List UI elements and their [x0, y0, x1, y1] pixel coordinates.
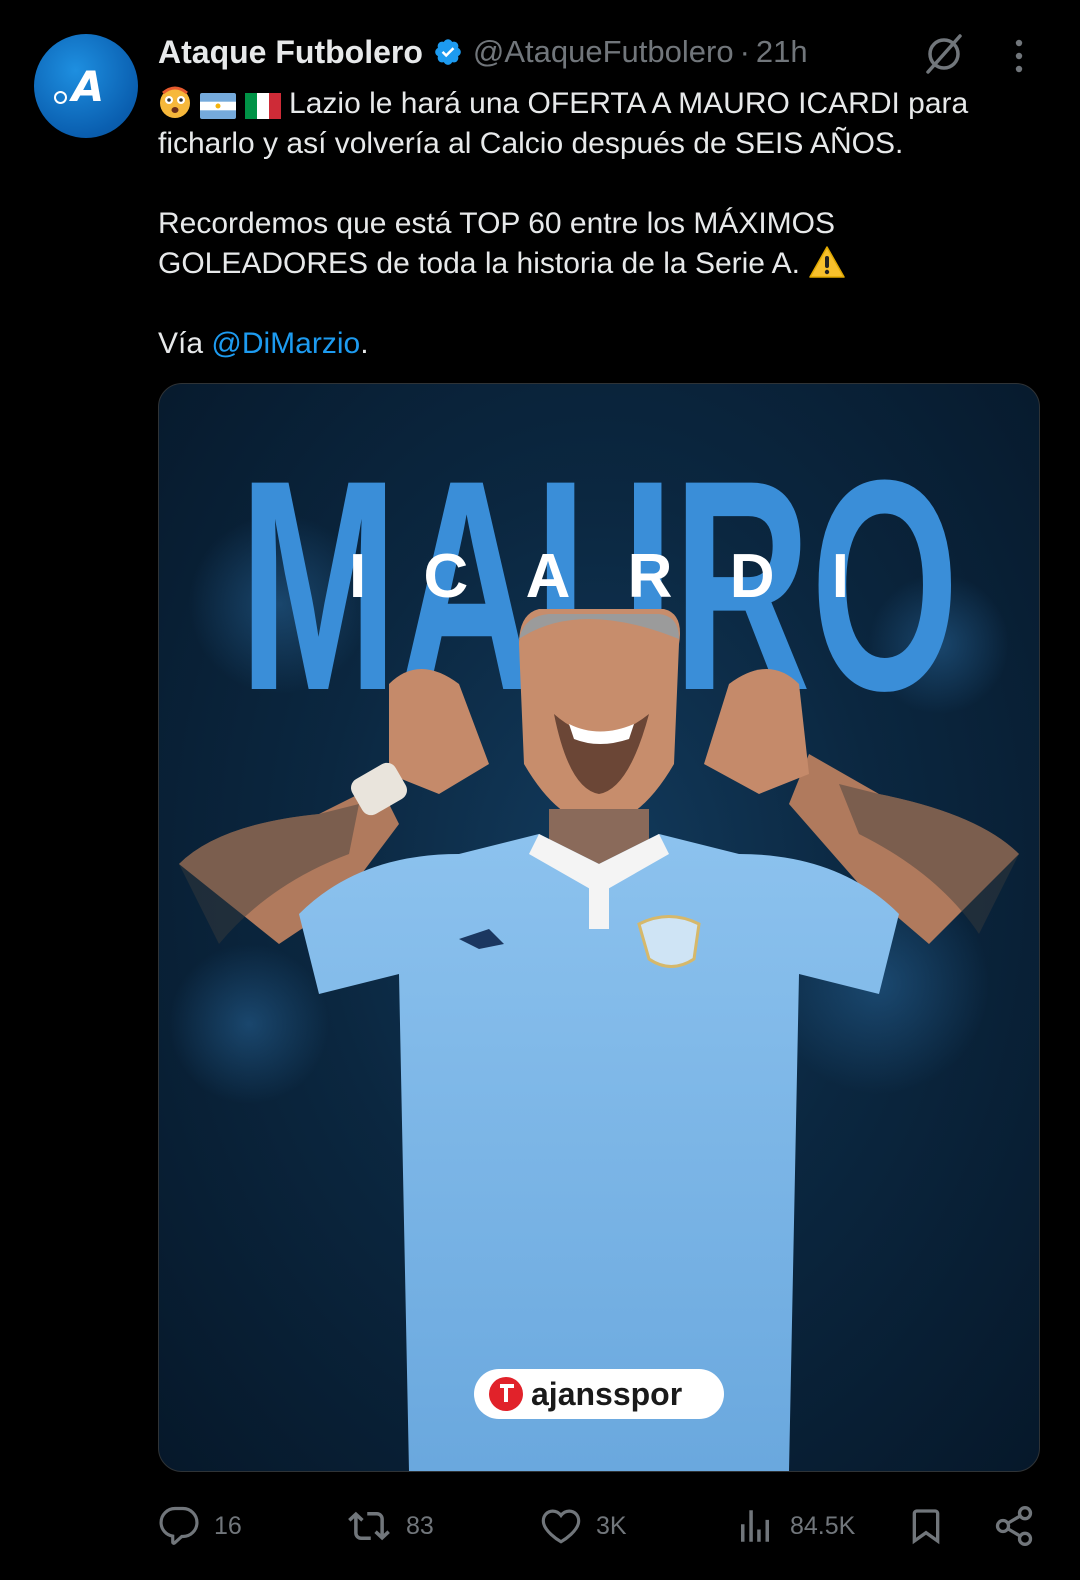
post-text: Lazio le hará una OFERTA A MAURO ICARDI …	[158, 84, 1038, 364]
author-name[interactable]: Ataque Futbolero	[158, 34, 423, 71]
reply-count: 16	[214, 1511, 242, 1540]
action-bar: 16 83 3K 84.5K	[158, 1500, 1038, 1552]
avatar-logo: A	[71, 61, 104, 111]
views-chart-icon	[741, 1510, 769, 1542]
mention-link[interactable]: @DiMarzio	[211, 327, 360, 360]
repost-button[interactable]: 83	[346, 1500, 434, 1552]
views-button[interactable]: 84.5K	[734, 1500, 855, 1552]
italy-flag-icon	[244, 93, 281, 119]
bookmark-icon[interactable]	[906, 1504, 946, 1548]
mauro-icardi-graphic: MAURO ICARDI ajansspor	[169, 417, 1019, 1471]
repost-count: 83	[406, 1511, 434, 1540]
post-image[interactable]: MAURO ICARDI ajansspor	[158, 383, 1040, 1472]
via-label: Vía	[158, 327, 204, 360]
post-text-line-2: ficharlo y así volvería al Calcio despué…	[158, 127, 904, 160]
post-text-line-1: Lazio le hará una OFERTA A MAURO ICARDI …	[289, 87, 969, 120]
views-count: 84.5K	[790, 1511, 856, 1540]
grok-icon[interactable]	[920, 30, 968, 78]
post-time[interactable]: 21h	[756, 34, 808, 70]
repost-icon	[348, 1511, 390, 1541]
like-button[interactable]: 3K	[540, 1500, 627, 1552]
ajansspor-watermark: ajansspor	[474, 1369, 724, 1419]
post-text-line-3: Recordemos que está TOP 60 entre los MÁX…	[158, 207, 835, 240]
author-handle[interactable]: @AtaqueFutbolero	[473, 34, 734, 70]
post-via: Vía @DiMarzio.	[158, 324, 1038, 364]
post-header: Ataque Futbolero @AtaqueFutbolero · 21h	[158, 30, 808, 74]
via-suffix: .	[360, 327, 369, 360]
argentina-flag-icon	[200, 93, 237, 119]
separator-dot: ·	[739, 34, 750, 69]
verified-badge-icon	[435, 39, 461, 65]
post-line-1: Lazio le hará una OFERTA A MAURO ICARDI …	[158, 84, 1038, 124]
avatar[interactable]: A	[34, 34, 138, 138]
reply-button[interactable]: 16	[158, 1500, 242, 1552]
heart-icon	[541, 1509, 581, 1544]
watermark-text: ajansspor	[531, 1376, 682, 1412]
post-line-4: GOLEADORES de toda la historia de la Ser…	[158, 244, 1038, 284]
reply-icon	[159, 1506, 199, 1545]
more-options-icon[interactable]	[1006, 36, 1032, 76]
astonished-face-emoji-icon	[160, 86, 190, 118]
warning-emoji-icon	[809, 246, 846, 278]
share-icon[interactable]	[992, 1504, 1036, 1548]
like-count: 3K	[596, 1511, 627, 1540]
post-text-line-4: GOLEADORES de toda la historia de la Ser…	[158, 247, 800, 280]
